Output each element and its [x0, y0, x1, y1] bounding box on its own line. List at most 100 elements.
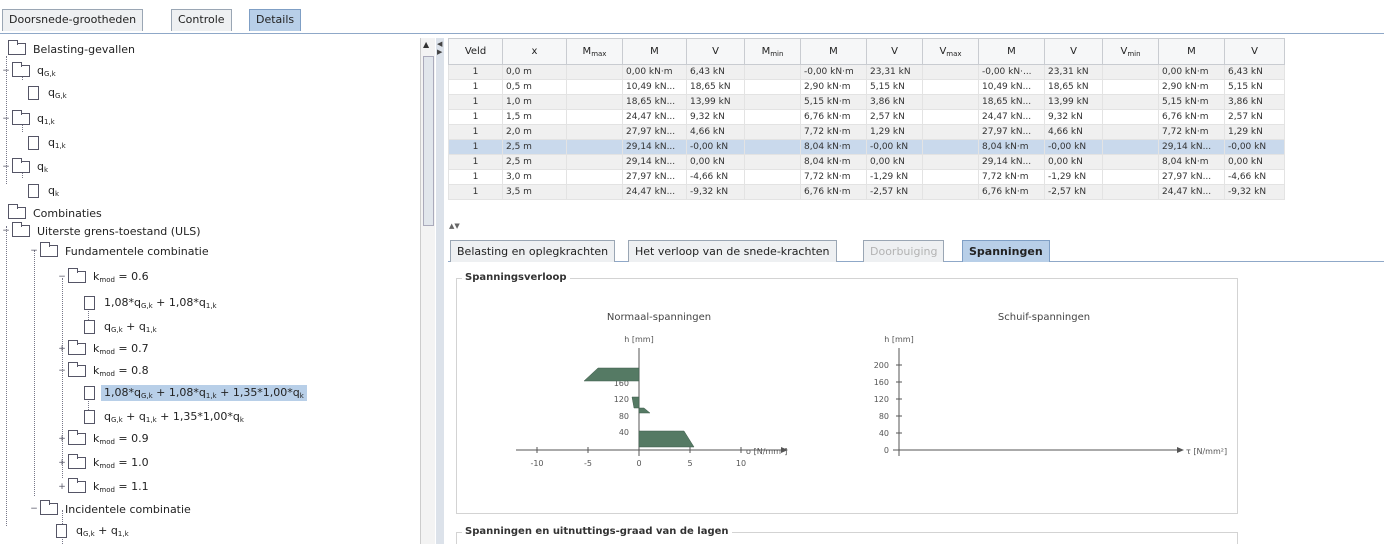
column-header[interactable]: V [1044, 38, 1103, 65]
expand-toggle-icon[interactable]: − [0, 226, 12, 236]
scroll-up-icon[interactable]: ▲ [423, 40, 429, 49]
tree-incidentele-combinatie[interactable]: − Incidentele combinatie [28, 498, 194, 520]
split-arrows-icon[interactable]: ◀ ▶ [437, 40, 442, 56]
tab-doorsnede-grootheden[interactable]: Doorsnede-grootheden [2, 9, 144, 31]
table-cell: 0,00 kN [686, 154, 745, 170]
table-cell [566, 64, 623, 80]
tree-case-qk[interactable]: − qk [0, 156, 51, 178]
lagen-group-title: Spanningen en uitnuttings-graad van de l… [462, 526, 732, 537]
tree-kmod-07[interactable]: + kmod = 0.7 [56, 338, 152, 360]
tree-kmod-09[interactable]: + kmod = 0.9 [56, 428, 152, 450]
expand-toggle-icon[interactable]: + [56, 482, 68, 492]
schuif-x-arrow-icon [1177, 447, 1184, 453]
tree-belasting-gevallen[interactable]: Belasting-gevallen [8, 38, 138, 60]
table-cell: 2,0 m [502, 124, 567, 140]
table-cell: 1 [448, 139, 503, 155]
expand-toggle-icon[interactable]: + [56, 344, 68, 354]
table-cell: 2,90 kN·m [800, 79, 867, 95]
expand-toggle-icon[interactable]: − [56, 272, 68, 282]
column-header[interactable]: M [1158, 38, 1225, 65]
table-cell: 3,86 kN [866, 94, 923, 110]
column-header[interactable]: M [978, 38, 1045, 65]
tree-kmod-08-combo-b[interactable]: qG,k + q1,k + 1,35*1,00*qk [84, 406, 247, 428]
column-header[interactable]: Vmax [922, 38, 979, 65]
tree-scrollbar[interactable]: ▲ [420, 38, 435, 544]
table-row[interactable]: 1 3,0 m 27,97 kN... -4,66 kN 7,72 kN·m -1,29 … [448, 169, 1285, 185]
tab-details[interactable]: Details [249, 9, 302, 31]
tree-case-qgk[interactable]: − qG,k [0, 60, 59, 82]
column-header[interactable]: M [622, 38, 687, 65]
stress-block-top [583, 367, 640, 382]
schuif-x-label: τ [N/mm²] [1186, 447, 1227, 456]
collapse-arrows-icon[interactable]: ▲▼ [449, 222, 460, 230]
table-row[interactable]: 1 1,0 m 18,65 kN... 13,99 kN 5,15 kN·m 3,86 k… [448, 94, 1285, 110]
tree-uls[interactable]: − Uiterste grens-toestand (ULS) [0, 220, 204, 242]
table-row[interactable]: 1 2,0 m 27,97 kN... 4,66 kN 7,72 kN·m 1,29 kN… [448, 124, 1285, 140]
table-cell: -0,00 kN [686, 139, 745, 155]
tree-incidentele-combo-a[interactable]: qG,k + q1,k [56, 520, 132, 542]
column-header[interactable]: x [502, 38, 567, 65]
column-header[interactable]: V [686, 38, 745, 65]
tree-case-qk-child[interactable]: qk [28, 180, 62, 202]
split-pane-divider[interactable] [436, 38, 444, 544]
column-header[interactable]: Mmin [744, 38, 801, 65]
table-cell [566, 109, 623, 125]
tree-case-qgk-label: q [37, 64, 44, 77]
table-row[interactable]: 1 2,5 m 29,14 kN... -0,00 kN 8,04 kN·m -0,00 … [448, 139, 1285, 155]
table-cell: 2,5 m [502, 154, 567, 170]
expand-toggle-icon[interactable]: − [0, 66, 12, 76]
table-cell: 8,04 kN·m [800, 154, 867, 170]
tree-case-qgk-child[interactable]: qG,k [28, 82, 70, 104]
expand-toggle-icon[interactable]: + [56, 434, 68, 444]
column-header[interactable]: Mmax [566, 38, 623, 65]
tree-kmod-11[interactable]: + kmod = 1.1 [56, 476, 152, 498]
scroll-thumb[interactable] [423, 56, 434, 226]
expand-toggle-icon[interactable]: − [0, 162, 12, 172]
table-cell [922, 94, 979, 110]
column-header[interactable]: V [866, 38, 923, 65]
table-cell: 18,65 kN [1044, 79, 1103, 95]
table-cell: 3,0 m [502, 169, 567, 185]
table-cell [566, 124, 623, 140]
expand-toggle-icon[interactable]: − [56, 366, 68, 376]
table-cell: 5,15 kN·m [800, 94, 867, 110]
tab-belasting-oplegkrachten[interactable]: Belasting en oplegkrachten [450, 240, 616, 262]
table-cell: 1 [448, 79, 503, 95]
table-cell: 24,47 kN... [622, 184, 687, 200]
tree-kmod-10[interactable]: + kmod = 1.0 [56, 452, 152, 474]
tree-kmod-08-combo-a[interactable]: 1,08*qG,k + 1,08*q1,k + 1,35*1,00*qk [84, 382, 307, 404]
table-row[interactable]: 1 3,5 m 24,47 kN... -9,32 kN 6,76 kN·m -2,57 … [448, 184, 1285, 200]
tab-spanningen[interactable]: Spanningen [962, 240, 1050, 262]
table-cell [744, 109, 801, 125]
schuif-y-tick: 160 [874, 378, 889, 387]
expand-toggle-icon[interactable]: + [56, 458, 68, 468]
table-row[interactable]: 1 1,5 m 24,47 kN... 9,32 kN 6,76 kN·m 2,57 kN… [448, 109, 1285, 125]
tree-kmod-06-combo-a[interactable]: 1,08*qG,k + 1,08*q1,k [84, 292, 220, 314]
column-header[interactable]: Veld [448, 38, 503, 65]
table-cell [922, 139, 979, 155]
tree-fundamentele-combinatie[interactable]: − Fundamentele combinatie [28, 240, 212, 262]
expand-toggle-icon[interactable]: − [28, 246, 40, 256]
tree-incidentele-combo-b[interactable]: qG,k + q1,k + 0,30*qk [56, 540, 189, 544]
table-cell: 1,5 m [502, 109, 567, 125]
tree-kmod-06[interactable]: − kmod = 0.6 [56, 266, 152, 288]
table-row[interactable]: 1 2,5 m 29,14 kN... 0,00 kN 8,04 kN·m 0,00 kN… [448, 154, 1285, 170]
column-header[interactable]: Vmin [1102, 38, 1159, 65]
table-cell: 6,76 kN·m [800, 109, 867, 125]
column-header[interactable]: M [800, 38, 867, 65]
tree-kmod-08[interactable]: − kmod = 0.8 [56, 360, 152, 382]
expand-toggle-icon[interactable]: − [28, 504, 40, 514]
tree-kmod-06-combo-b[interactable]: qG,k + q1,k [84, 316, 160, 338]
tab-controle[interactable]: Controle [171, 9, 232, 31]
table-row[interactable]: 1 0,0 m 0,00 kN·m 6,43 kN -0,00 kN·m 23,31 kN… [448, 64, 1285, 80]
tab-verloop-snede-krachten[interactable]: Het verloop van de snede-krachten [628, 240, 837, 262]
table-cell: 27,97 kN... [622, 124, 687, 140]
expand-toggle-icon[interactable]: − [0, 114, 12, 124]
column-header[interactable]: V [1224, 38, 1285, 65]
tree-case-q1k-child[interactable]: q1,k [28, 132, 69, 154]
tree-case-q1k[interactable]: − q1,k [0, 108, 58, 130]
table-cell: 0,0 m [502, 64, 567, 80]
table-row[interactable]: 1 0,5 m 10,49 kN... 18,65 kN 2,90 kN·m 5,15 k… [448, 79, 1285, 95]
table-cell: -1,29 kN [866, 169, 923, 185]
table-cell [566, 94, 623, 110]
